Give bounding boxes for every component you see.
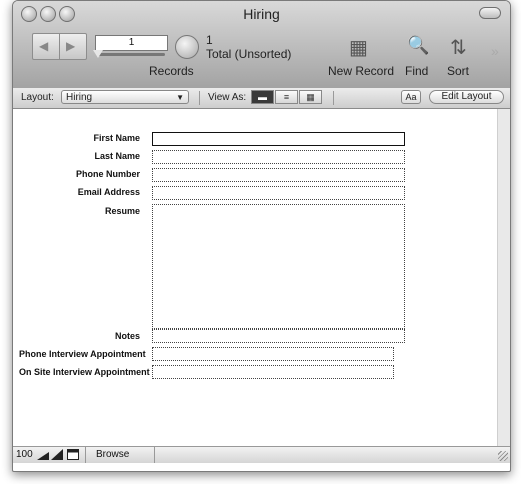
next-record-icon[interactable]: ▶ <box>66 39 75 53</box>
zoom-level[interactable]: 100 <box>16 449 33 460</box>
record-pie-icon <box>175 35 199 59</box>
edit-layout-button[interactable]: Edit Layout <box>429 90 504 104</box>
prev-record-icon[interactable]: ◀ <box>39 39 48 53</box>
layout-label: Layout: <box>21 92 54 103</box>
total-label: Total (Unsorted) <box>206 47 292 61</box>
divider <box>199 91 200 105</box>
phone-number-field[interactable] <box>152 168 405 182</box>
find-button[interactable]: Find <box>405 64 428 78</box>
record-count: 1 Total (Unsorted) <box>206 33 291 61</box>
notes-field[interactable] <box>152 329 405 343</box>
window-title: Hiring <box>243 6 280 22</box>
layout-bar: Layout: Hiring ▼ View As: ▬ ≡ ▦ Aa Edit … <box>13 88 510 109</box>
bottom-status-bar: 100 Browse <box>13 446 510 463</box>
last-name-field[interactable] <box>152 150 405 164</box>
found-count: 1 <box>206 33 213 47</box>
find-icon[interactable]: 🔍 <box>407 35 429 56</box>
phone-interview-field[interactable] <box>152 347 394 361</box>
notes-label: Notes <box>114 331 140 341</box>
book-spine <box>59 34 60 59</box>
resume-label: Resume <box>104 206 140 216</box>
phone-interview-label: Phone Interview Appointment <box>19 349 146 359</box>
layout-select-value: Hiring <box>66 92 93 103</box>
phone-number-label: Phone Number <box>75 169 140 179</box>
view-list-button[interactable]: ≡ <box>275 90 298 104</box>
sort-icon[interactable]: ⇅ <box>450 35 467 60</box>
layout-select[interactable]: Hiring ▼ <box>61 90 189 104</box>
last-name-label: Last Name <box>94 151 140 161</box>
new-record-button[interactable]: New Record <box>328 64 394 78</box>
record-slider-track[interactable] <box>97 53 165 56</box>
record-slider-thumb[interactable] <box>93 50 103 58</box>
record-form: First Name Last Name Phone Number Email … <box>13 109 497 446</box>
chevron-down-icon: ▼ <box>176 93 184 102</box>
records-label: Records <box>149 64 194 78</box>
toolbar-overflow-icon[interactable]: » <box>491 43 499 59</box>
resume-field[interactable] <box>152 204 405 329</box>
email-field[interactable] <box>152 186 405 200</box>
new-record-icon[interactable]: ▦ <box>349 35 368 60</box>
view-form-button[interactable]: ▬ <box>251 90 274 104</box>
divider <box>333 91 334 105</box>
view-as-label: View As: <box>208 92 247 103</box>
fm-window: Hiring ◀ ▶ 1 1 Total (Unsorted) Records … <box>12 0 511 472</box>
onsite-interview-label: On Site Interview Appointment <box>19 367 150 377</box>
onsite-interview-field[interactable] <box>152 365 394 379</box>
record-book-navigator[interactable]: ◀ ▶ <box>32 33 87 60</box>
email-label: Email Address <box>77 187 140 197</box>
text-format-button[interactable]: Aa <box>401 90 421 104</box>
title-toolbar: Hiring ◀ ▶ 1 1 Total (Unsorted) Records … <box>13 1 510 89</box>
resize-grip-icon[interactable] <box>498 451 508 461</box>
first-name-field[interactable] <box>152 132 405 146</box>
mode-popup[interactable]: Browse <box>85 447 155 463</box>
sort-button[interactable]: Sort <box>447 64 469 78</box>
zoom-out-icon[interactable] <box>37 449 49 460</box>
status-toolbar-toggle-icon[interactable] <box>67 449 79 460</box>
view-table-button[interactable]: ▦ <box>299 90 322 104</box>
current-record-field[interactable]: 1 <box>95 35 168 51</box>
toolbar-toggle-button[interactable] <box>479 7 501 19</box>
first-name-label: First Name <box>93 133 140 143</box>
zoom-in-icon[interactable] <box>51 449 63 460</box>
vertical-scrollbar[interactable] <box>497 109 510 446</box>
